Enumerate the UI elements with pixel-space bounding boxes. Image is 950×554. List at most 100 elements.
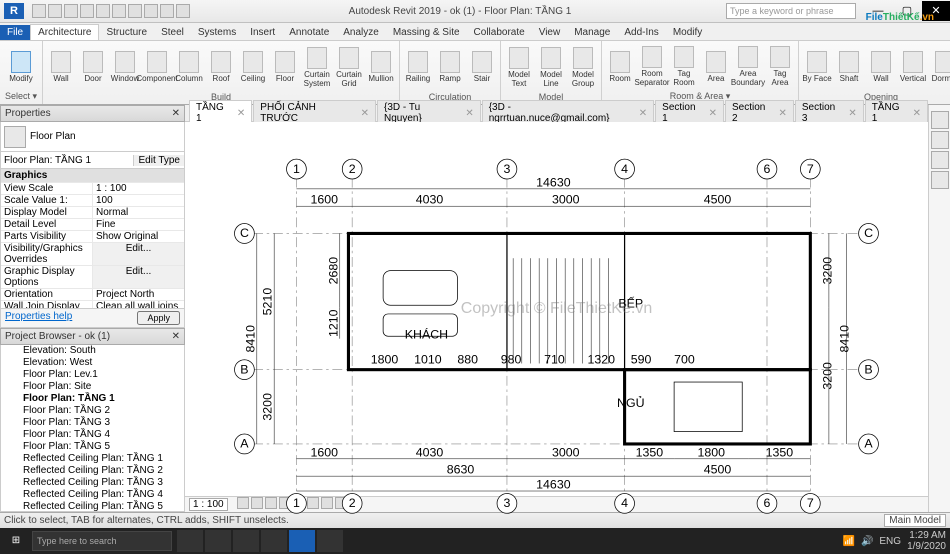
nav-zoom-icon[interactable]: [931, 171, 949, 189]
properties-help-link[interactable]: Properties help: [5, 311, 72, 325]
ribbon-tab-file[interactable]: File: [0, 25, 30, 40]
close-icon[interactable]: ✕: [172, 108, 180, 119]
taskbar-app[interactable]: [233, 530, 259, 552]
prop-row[interactable]: Wall Join DisplayClean all wall joins: [1, 300, 184, 309]
properties-header[interactable]: Properties ✕: [0, 105, 185, 122]
close-icon[interactable]: ✕: [237, 108, 245, 119]
tool-floor[interactable]: Floor: [270, 51, 300, 83]
ribbon-tab-manage[interactable]: Manage: [567, 25, 617, 40]
quick-access-toolbar[interactable]: [28, 4, 194, 18]
ribbon-tab-structure[interactable]: Structure: [99, 25, 154, 40]
minimize-icon[interactable]: —: [864, 1, 892, 21]
taskbar-app[interactable]: [205, 530, 231, 552]
ribbon-tab-steel[interactable]: Steel: [154, 25, 191, 40]
tool-tag-area[interactable]: Tag Area: [765, 46, 795, 87]
browser-node[interactable]: Reflected Ceiling Plan: TẦNG 3: [1, 477, 184, 489]
taskbar-search-input[interactable]: Type here to search: [32, 531, 172, 551]
tool-railing[interactable]: Railing: [403, 51, 433, 83]
tool-dormer[interactable]: Dormer: [930, 51, 950, 83]
tool-wall[interactable]: Wall: [46, 51, 76, 83]
edit-type-button[interactable]: Edit Type: [134, 155, 184, 166]
prop-value[interactable]: Project North: [93, 289, 184, 300]
browser-node[interactable]: Reflected Ceiling Plan: TẦNG 1: [1, 453, 184, 465]
prop-value[interactable]: 1 : 100: [93, 183, 184, 194]
prop-value[interactable]: Normal: [93, 207, 184, 218]
tray-volume-icon[interactable]: 🔊: [861, 536, 873, 547]
taskbar-app[interactable]: [177, 530, 203, 552]
close-icon[interactable]: ✕: [709, 108, 717, 119]
tool-mullion[interactable]: Mullion: [366, 51, 396, 83]
close-icon[interactable]: ✕: [361, 108, 369, 119]
browser-node[interactable]: Floor Plan: Site: [1, 381, 184, 393]
close-icon[interactable]: ✕: [639, 108, 647, 119]
start-button[interactable]: ⊞: [4, 531, 28, 551]
tool-curtain-grid[interactable]: Curtain Grid: [334, 47, 364, 88]
tool-door[interactable]: Door: [78, 51, 108, 83]
qat-save-icon[interactable]: [48, 4, 62, 18]
system-tray[interactable]: 📶 🔊 ENG 1:29 AM 1/9/2020: [842, 530, 946, 552]
ribbon-tab-massing-site[interactable]: Massing & Site: [386, 25, 467, 40]
close-icon[interactable]: ✕: [465, 108, 473, 119]
tool-ceiling[interactable]: Ceiling: [238, 51, 268, 83]
prop-value[interactable]: Fine: [93, 219, 184, 230]
qat-print-icon[interactable]: [96, 4, 110, 18]
qat-redo-icon[interactable]: [80, 4, 94, 18]
ribbon-tab-add-ins[interactable]: Add-Ins: [617, 25, 665, 40]
prop-row[interactable]: Visibility/Graphics OverridesEdit...: [1, 242, 184, 265]
nav-home-icon[interactable]: [931, 111, 949, 129]
close-icon[interactable]: ✕: [778, 108, 786, 119]
type-selector[interactable]: Floor Plan: [0, 122, 185, 152]
help-search-input[interactable]: Type a keyword or phrase: [726, 3, 856, 19]
apply-button[interactable]: Apply: [137, 311, 180, 325]
tool-component[interactable]: Component: [142, 51, 172, 83]
ribbon-tab-architecture[interactable]: Architecture: [30, 24, 99, 40]
tool-modify[interactable]: Modify: [3, 51, 39, 83]
browser-node[interactable]: Floor Plan: TẦNG 1: [1, 393, 184, 405]
close-icon[interactable]: ✕: [172, 331, 180, 342]
tool-wall[interactable]: Wall: [866, 51, 896, 83]
tool-curtain-system[interactable]: Curtain System: [302, 47, 332, 88]
tool-shaft[interactable]: Shaft: [834, 51, 864, 83]
browser-node[interactable]: Floor Plan: Lev.1: [1, 369, 184, 381]
prop-value[interactable]: 100: [93, 195, 184, 206]
tool-ramp[interactable]: Ramp: [435, 51, 465, 83]
drawing-canvas[interactable]: 112233446677CCBBAA1600403030004500146301…: [185, 122, 928, 496]
tool-model-text[interactable]: Model Text: [504, 47, 534, 88]
tool-model-line[interactable]: Model Line: [536, 47, 566, 88]
tool-column[interactable]: Column: [174, 51, 204, 83]
ribbon-tab-analyze[interactable]: Analyze: [336, 25, 386, 40]
browser-node[interactable]: Reflected Ceiling Plan: TẦNG 2: [1, 465, 184, 477]
tool-vertical[interactable]: Vertical: [898, 51, 928, 83]
prop-row[interactable]: Display ModelNormal: [1, 206, 184, 218]
tray-lang[interactable]: ENG: [879, 536, 901, 547]
qat-icon[interactable]: [144, 4, 158, 18]
qat-undo-icon[interactable]: [64, 4, 78, 18]
ribbon-tab-collaborate[interactable]: Collaborate: [467, 25, 532, 40]
browser-node[interactable]: Floor Plan: TẦNG 3: [1, 417, 184, 429]
tool-model-group[interactable]: Model Group: [568, 47, 598, 88]
browser-node[interactable]: Floor Plan: TẦNG 5: [1, 441, 184, 453]
prop-row[interactable]: Detail LevelFine: [1, 218, 184, 230]
browser-header[interactable]: Project Browser - ok (1) ✕: [0, 328, 185, 345]
close-icon[interactable]: ✕: [922, 1, 950, 21]
qat-icon[interactable]: [160, 4, 174, 18]
browser-node[interactable]: Reflected Ceiling Plan: TẦNG 4: [1, 489, 184, 501]
maximize-icon[interactable]: ▢: [893, 1, 921, 21]
windows-taskbar[interactable]: ⊞ Type here to search 📶 🔊 ENG 1:29 AM 1/…: [0, 528, 950, 554]
tool-by-face[interactable]: By Face: [802, 51, 832, 83]
taskbar-app-revit[interactable]: [289, 530, 315, 552]
prop-value[interactable]: Clean all wall joins: [93, 301, 184, 309]
tray-time[interactable]: 1:29 AM: [907, 530, 946, 541]
prop-row[interactable]: Parts VisibilityShow Original: [1, 230, 184, 242]
close-icon[interactable]: ✕: [848, 108, 856, 119]
taskbar-app[interactable]: [317, 530, 343, 552]
tool-area-boundary[interactable]: Area Boundary: [733, 46, 763, 87]
navigation-bar[interactable]: [928, 105, 950, 512]
tray-date[interactable]: 1/9/2020: [907, 541, 946, 552]
prop-row[interactable]: View Scale1 : 100: [1, 182, 184, 194]
prop-row[interactable]: Scale Value 1:100: [1, 194, 184, 206]
taskbar-app[interactable]: [261, 530, 287, 552]
prop-value[interactable]: Edit...: [93, 243, 184, 265]
ribbon-tab-insert[interactable]: Insert: [243, 25, 282, 40]
nav-pan-icon[interactable]: [931, 151, 949, 169]
